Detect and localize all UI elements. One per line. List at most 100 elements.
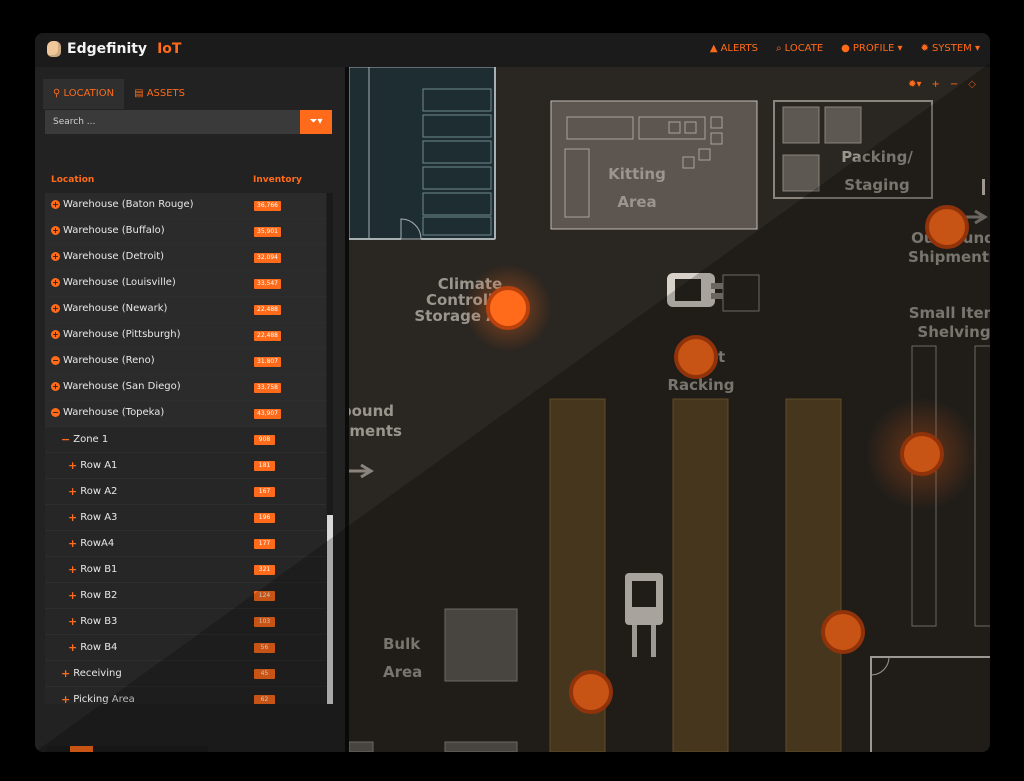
nav-label: PROFILE ▾: [852, 43, 903, 54]
expand-icon[interactable]: +: [68, 589, 77, 602]
location-name: Warehouse (Baton Rouge): [63, 199, 194, 210]
search-input[interactable]: [45, 110, 300, 134]
brand[interactable]: Edgefinity IoT: [47, 41, 181, 57]
table-row[interactable]: − Zone 1 908: [45, 427, 326, 453]
expand-icon[interactable]: +: [68, 563, 77, 576]
expand-icon[interactable]: +: [68, 641, 77, 654]
asset-marker[interactable]: [866, 398, 978, 510]
kitting-label-1: Kitting: [608, 165, 666, 183]
location-name: Warehouse (Pittsburgh): [63, 329, 181, 340]
nav-label: ALERTS: [720, 43, 758, 54]
expand-icon[interactable]: +: [61, 667, 70, 680]
forklift-top-icon: [667, 273, 760, 312]
nav-label: SYSTEM ▾: [931, 43, 980, 54]
shelving-label-1: Small Item: [909, 304, 990, 322]
expand-icon[interactable]: +: [68, 537, 77, 550]
asset-marker[interactable]: [569, 670, 613, 714]
nav-system[interactable]: ✹ SYSTEM ▾: [921, 43, 980, 54]
inventory-badge: 124: [254, 591, 275, 601]
table-row[interactable]: + Row B3 103: [45, 609, 326, 635]
asset-marker[interactable]: [821, 610, 865, 654]
location-tree: + Warehouse (Baton Rouge) 36,766 + Warehouse…: [45, 193, 326, 704]
column-header-location[interactable]: Location: [51, 175, 94, 185]
nav-locate[interactable]: ⌕ LOCATE: [776, 43, 823, 54]
scrollbar[interactable]: [327, 193, 333, 704]
expand-icon[interactable]: +: [51, 278, 60, 287]
location-name: Warehouse (Louisville): [63, 277, 176, 288]
forklift-icon: [625, 573, 663, 657]
table-row[interactable]: + Row B1 321: [45, 557, 326, 583]
location-name: Row A2: [80, 486, 118, 497]
table-row[interactable]: + Row A1 181: [45, 453, 326, 479]
warehouse-floor-map[interactable]: Kitting Area Packing/ Staging Outbound S…: [349, 67, 990, 752]
table-row[interactable]: + Row B2 124: [45, 583, 326, 609]
table-row[interactable]: + Row B4 56: [45, 635, 326, 661]
expand-icon[interactable]: +: [51, 382, 60, 391]
map-settings-button[interactable]: ✹▾: [908, 79, 921, 90]
pagination-prev[interactable]: «: [47, 746, 70, 752]
expand-icon[interactable]: +: [51, 330, 60, 339]
table-row[interactable]: + Row A3 196: [45, 505, 326, 531]
table-row[interactable]: + Picking Area 62: [45, 687, 326, 704]
collapse-icon[interactable]: −: [51, 356, 60, 365]
zoom-out-button[interactable]: −: [950, 79, 958, 90]
filter-icon: ⏷▾: [309, 116, 323, 127]
map-fit-button[interactable]: ◇: [968, 79, 976, 90]
table-row[interactable]: + Warehouse (Baton Rouge) 36,766: [45, 193, 326, 219]
location-name: Picking Area: [73, 694, 135, 704]
tree-node-label: + Picking Area: [61, 693, 135, 704]
zoom-in-button[interactable]: +: [932, 79, 940, 90]
asset-marker[interactable]: [674, 335, 718, 379]
column-header-inventory[interactable]: Inventory: [253, 175, 302, 185]
table-row[interactable]: + Warehouse (San Diego) 33,758: [45, 375, 326, 401]
asset-marker[interactable]: [464, 264, 552, 352]
search-row: ⏷▾: [45, 110, 332, 134]
collapse-icon[interactable]: −: [61, 433, 70, 446]
location-name: Warehouse (San Diego): [63, 381, 181, 392]
brain-logo-icon: [47, 41, 61, 57]
table-row[interactable]: + Warehouse (Pittsburgh) 22,488: [45, 323, 326, 349]
collapse-icon[interactable]: −: [51, 408, 60, 417]
expand-icon[interactable]: +: [68, 459, 77, 472]
expand-icon[interactable]: +: [68, 615, 77, 628]
list-icon: ▤: [134, 88, 144, 99]
tree-node-label: + Row A3: [68, 511, 117, 524]
pagination-page-5[interactable]: 5: [162, 746, 185, 752]
location-name: Row A1: [80, 460, 118, 471]
expand-icon[interactable]: +: [61, 693, 70, 704]
top-navbar: Edgefinity IoT ▲ ALERTS ⌕ LOCATE ● PROFI…: [35, 33, 990, 67]
tree-node-label: + Warehouse (Newark): [51, 303, 167, 314]
expand-icon[interactable]: +: [68, 485, 77, 498]
table-row[interactable]: + Row A2 167: [45, 479, 326, 505]
expand-icon[interactable]: +: [51, 226, 60, 235]
table-row[interactable]: + RowA4 177: [45, 531, 326, 557]
packing-label-2: Staging: [844, 176, 909, 194]
filter-button[interactable]: ⏷▾: [300, 110, 332, 134]
table-row[interactable]: + Receiving 45: [45, 661, 326, 687]
inventory-badge: 45: [254, 669, 275, 679]
pagination-page-2[interactable]: 2: [93, 746, 116, 752]
pagination-page-4[interactable]: 4: [139, 746, 162, 752]
tab-assets[interactable]: ▤ ASSETS: [124, 79, 195, 109]
pagination-next[interactable]: »: [185, 746, 208, 752]
expand-icon[interactable]: +: [51, 252, 60, 261]
table-row[interactable]: − Warehouse (Topeka) 43,907: [45, 401, 326, 427]
table-row[interactable]: + Warehouse (Detroit) 32,094: [45, 245, 326, 271]
location-name: Row B3: [80, 616, 118, 627]
pagination-page-1[interactable]: 1: [70, 746, 93, 752]
tree-node-label: + Warehouse (San Diego): [51, 381, 181, 392]
tab-location[interactable]: ⚲ LOCATION: [43, 79, 125, 109]
bulk-label-2: Area: [383, 663, 422, 681]
nav-alerts[interactable]: ▲ ALERTS: [710, 43, 758, 54]
asset-marker[interactable]: [925, 205, 969, 249]
expand-icon[interactable]: +: [51, 200, 60, 209]
expand-icon[interactable]: +: [51, 304, 60, 313]
pagination-page-3[interactable]: 3: [116, 746, 139, 752]
table-row[interactable]: + Warehouse (Buffalo) 35,901: [45, 219, 326, 245]
table-row[interactable]: + Warehouse (Newark) 22,488: [45, 297, 326, 323]
scrollbar-thumb[interactable]: [327, 515, 333, 704]
table-row[interactable]: + Warehouse (Louisville) 33,547: [45, 271, 326, 297]
expand-icon[interactable]: +: [68, 511, 77, 524]
table-row[interactable]: − Warehouse (Reno) 31,807: [45, 349, 326, 375]
nav-profile[interactable]: ● PROFILE ▾: [841, 43, 902, 54]
